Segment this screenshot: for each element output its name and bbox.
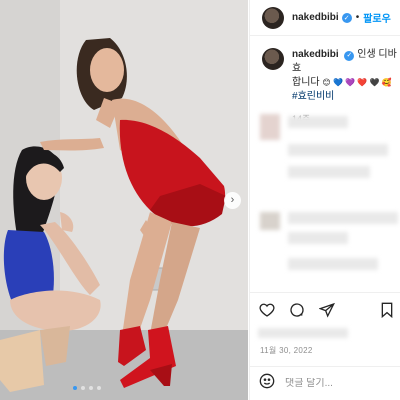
emoji-row: 😊 💙 💜 ❤️ 🖤 🥰 [322,78,392,87]
comment-text [288,144,388,156]
smiley-icon[interactable] [259,373,275,394]
bookmark-icon[interactable] [380,302,394,318]
comment-text [288,258,378,270]
follow-button[interactable]: 팔로우 [363,10,391,25]
heart-icon[interactable] [259,302,275,318]
avatar[interactable] [262,6,284,29]
caption-username[interactable]: nakedbibi [292,49,339,60]
comment-avatar [260,114,280,140]
next-photo-button[interactable]: › [224,192,241,209]
post-photo[interactable]: › [0,0,248,400]
header-separator: • [355,12,360,23]
caption-avatar[interactable] [262,48,284,70]
caption-text-line2: 합니다 [292,77,320,88]
share-icon[interactable] [319,302,335,318]
comment-bar [249,366,400,400]
comment-avatar [260,212,280,230]
post-image [0,0,248,400]
hashtag-link[interactable]: #효린비비 [292,90,400,104]
verified-badge-icon: ✓ [344,51,355,61]
carousel-dot [89,386,93,390]
post-actions [249,292,400,326]
header-username[interactable]: nakedbibi [292,12,339,23]
chevron-right-icon: › [230,194,235,206]
verified-badge-icon: ✓ [341,12,352,23]
comment-text [288,116,348,128]
comment-input[interactable] [285,378,395,389]
post-header: nakedbibi ✓ • 팔로우 [250,0,400,36]
comment-text [288,212,398,224]
comment-list [258,108,400,288]
carousel-dot [73,386,77,390]
comment-text [288,232,348,244]
post-date: 11월 30, 2022 [260,346,313,355]
carousel-indicator [73,386,101,390]
likes-count-blurred [258,328,348,338]
comment-icon[interactable] [289,302,305,318]
comment-text [288,166,370,178]
carousel-dot [81,386,85,390]
carousel-dot [97,386,101,390]
